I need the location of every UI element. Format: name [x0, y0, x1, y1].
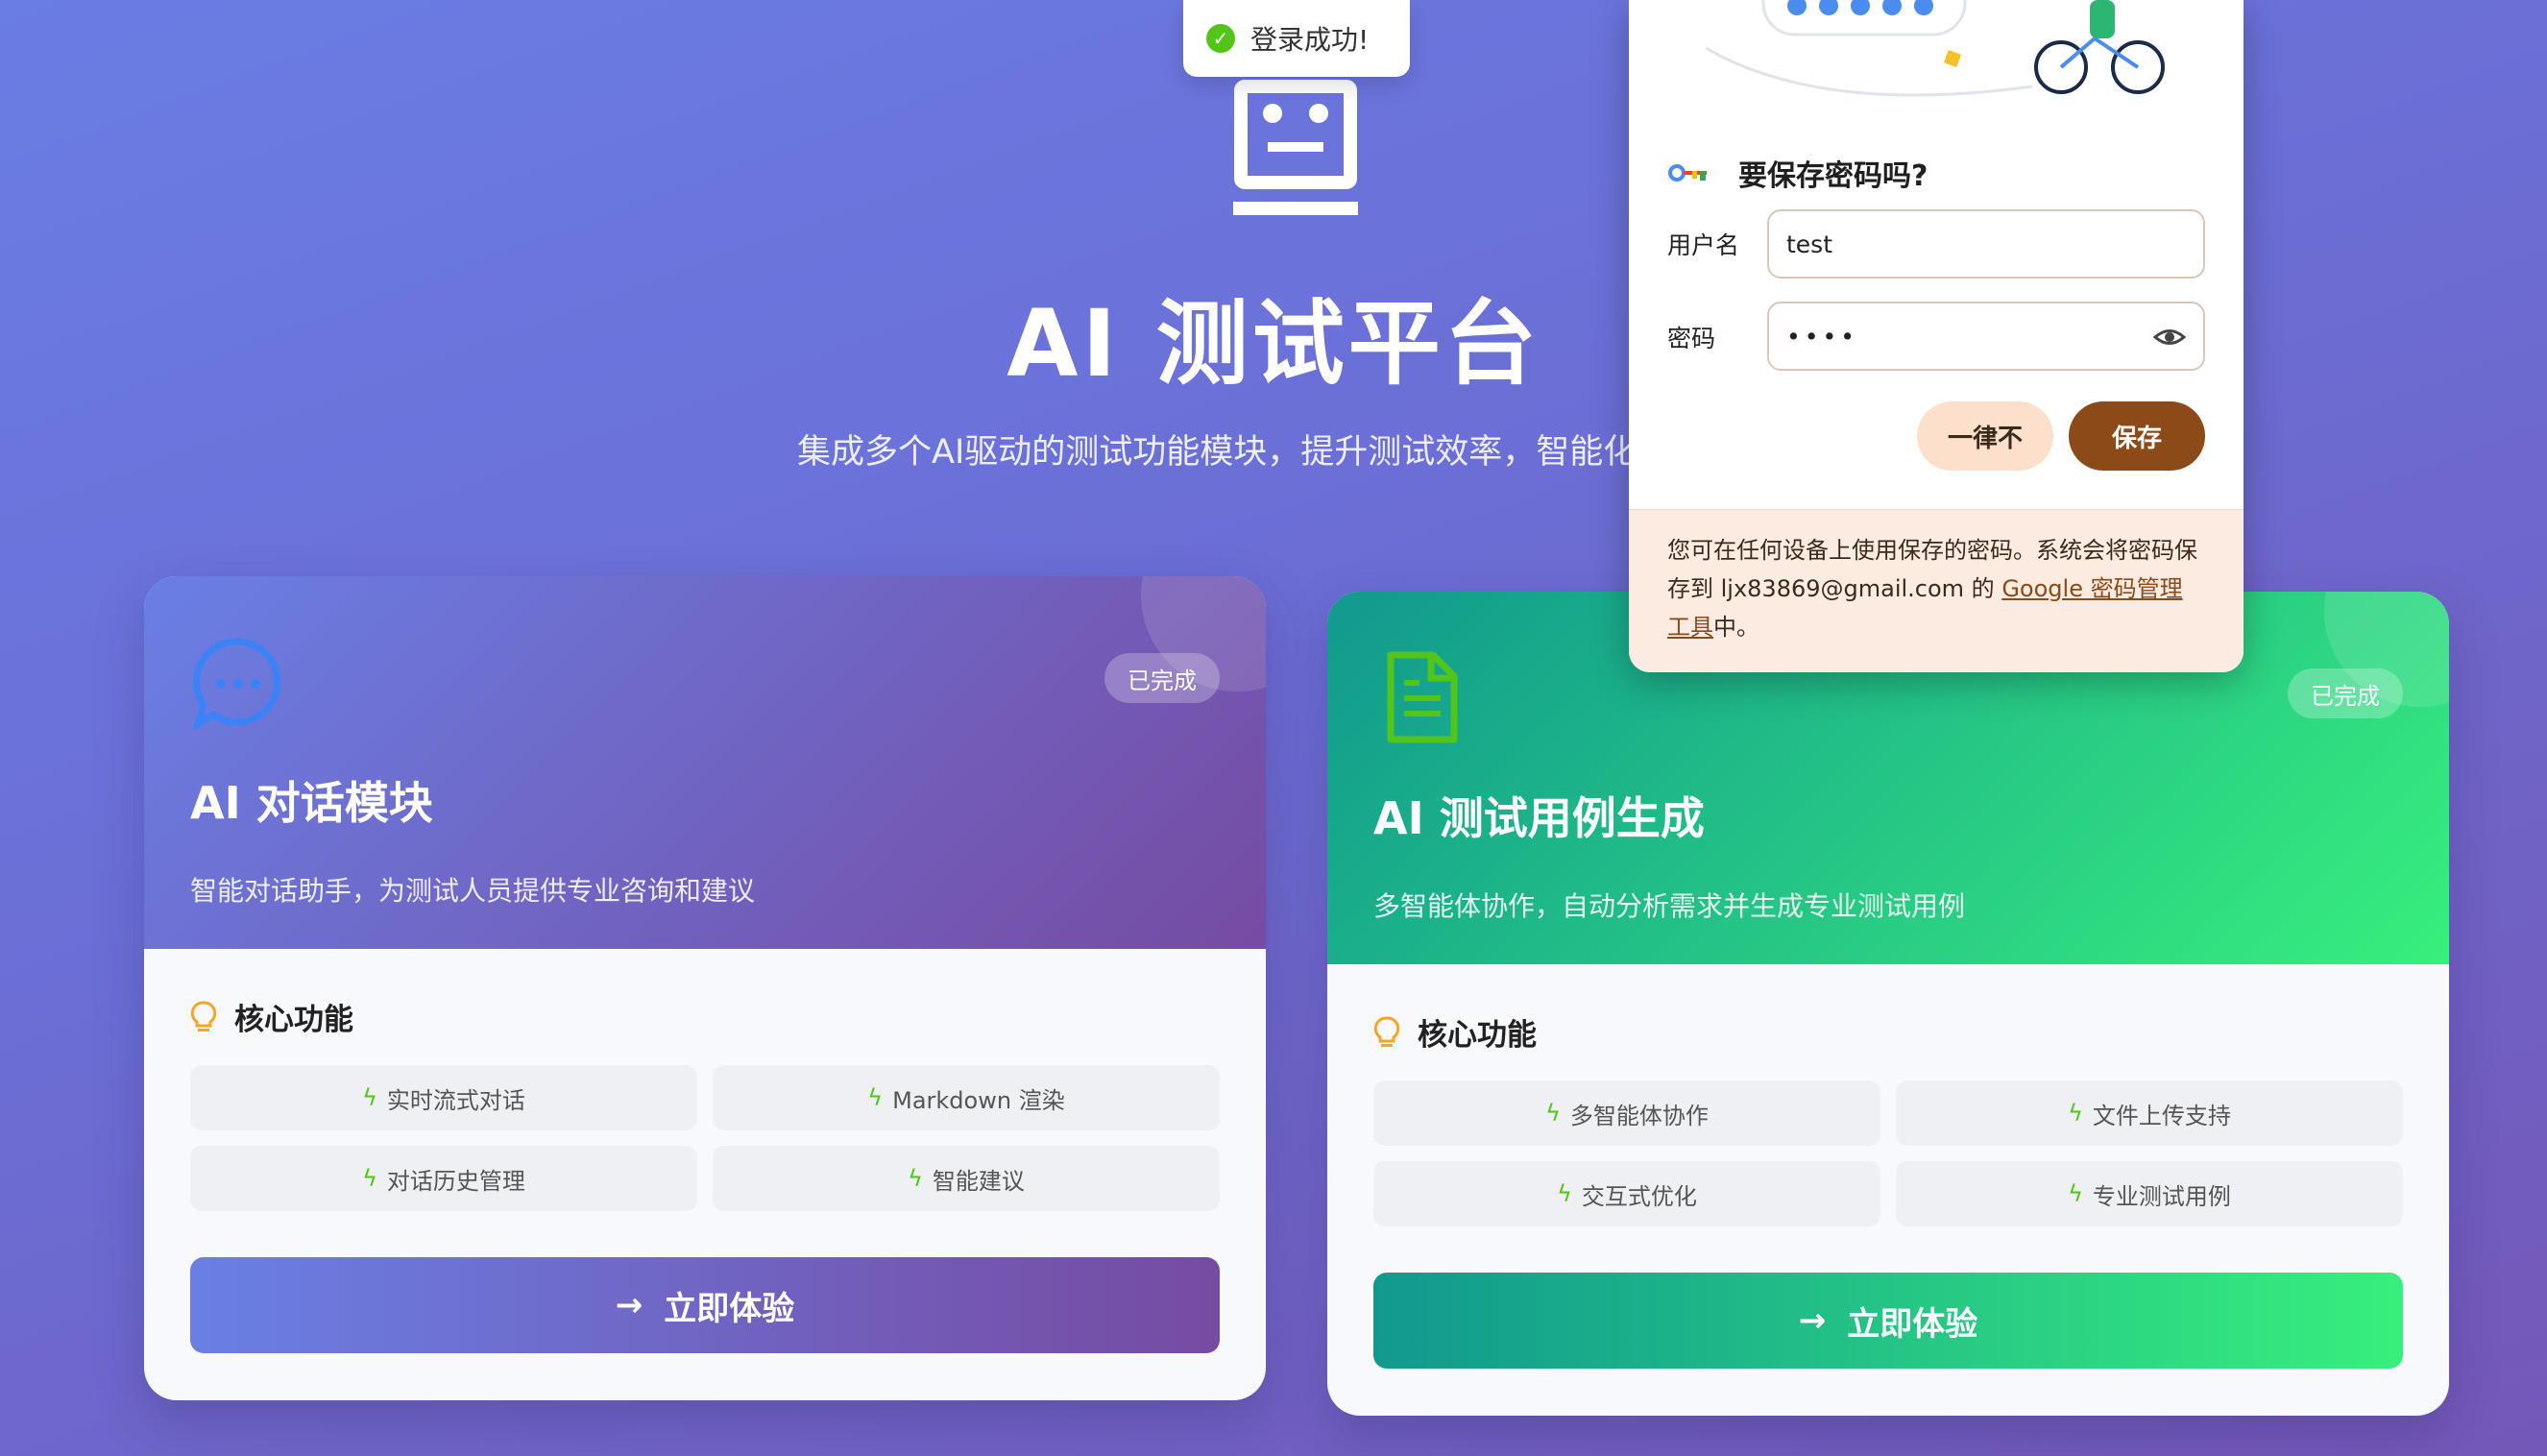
lightbulb-icon: [1373, 1016, 1400, 1047]
feature-label: 对话历史管理: [386, 1167, 525, 1195]
chat-bubble-icon: [191, 638, 281, 732]
features-heading: 核心功能: [190, 995, 1220, 1038]
feature-label: 智能建议: [932, 1167, 1025, 1195]
username-value: test: [1786, 230, 1833, 258]
key-icon: [1668, 164, 1707, 182]
page-subtitle: 集成多个AI驱动的测试功能模块，提升测试效率，智能化: [797, 433, 1637, 472]
feature-tag: ϟ 智能建议: [713, 1146, 1220, 1211]
bolt-icon: ϟ: [1557, 1180, 1572, 1207]
feature-tag: ϟ 专业测试用例: [1896, 1161, 2403, 1226]
dialog-footer: 您可在任何设备上使用保存的密码。系统会将密码保存到 ljx83869@gmail…: [1629, 509, 2244, 672]
feature-label: Markdown 渲染: [892, 1086, 1065, 1114]
card-body: 核心功能 ϟ 多智能体协作 ϟ 文件上传支持 ϟ 交互式优化 ϟ 专业测试用例 → 立即…: [1327, 964, 2449, 1415]
bolt-icon: ϟ: [2068, 1180, 2083, 1207]
feature-label: 交互式优化: [1581, 1182, 1697, 1210]
bolt-icon: ϟ: [2068, 1100, 2083, 1127]
bolt-icon: ϟ: [908, 1165, 923, 1192]
footer-text-end: 中。: [1713, 614, 1759, 641]
check-circle-icon: ✓: [1206, 24, 1235, 53]
never-button[interactable]: 一律不: [1917, 401, 2053, 471]
robot-logo-icon: [1233, 80, 1358, 215]
feature-tag: ϟ 多智能体协作: [1373, 1080, 1880, 1146]
bolt-icon: ϟ: [362, 1165, 377, 1192]
card-description: 多智能体协作，自动分析需求并生成专业测试用例: [1373, 890, 1966, 922]
bolt-icon: ϟ: [867, 1084, 884, 1111]
card-title: AI 测试用例生成: [1373, 792, 1705, 844]
feature-label: 实时流式对话: [386, 1086, 525, 1114]
arrow-right-icon: →: [615, 1286, 643, 1324]
lightbulb-icon: [190, 1001, 217, 1031]
dialog-header: 要保存密码吗?: [1667, 152, 1928, 194]
card-body: 核心功能 ϟ 实时流式对话 ϟ Markdown 渲染 ϟ 对话历史管理 ϟ 智能建议 …: [144, 949, 1266, 1399]
try-now-button[interactable]: → 立即体验: [190, 1257, 1220, 1353]
document-icon: [1387, 651, 1458, 743]
ai-testcase-generation-card: 已完成 AI 测试用例生成 多智能体协作，自动分析需求并生成专业测试用例 核心功…: [1327, 592, 2449, 1416]
card-description: 智能对话助手，为测试人员提供专业咨询和建议: [190, 875, 756, 907]
feature-tag: ϟ 对话历史管理: [190, 1146, 697, 1211]
login-success-toast: ✓ 登录成功!: [1183, 0, 1410, 77]
username-field[interactable]: test: [1767, 209, 2205, 279]
password-value: ••••: [1786, 322, 1858, 351]
feature-label: 多智能体协作: [1569, 1102, 1709, 1129]
status-badge: 已完成: [1104, 653, 1220, 703]
button-label: 立即体验: [664, 1289, 795, 1328]
bolt-icon: ϟ: [362, 1084, 377, 1111]
eye-icon[interactable]: [2153, 321, 2186, 353]
card-header: 已完成 AI 对话模块 智能对话助手，为测试人员提供专业咨询和建议: [144, 576, 1266, 949]
button-label: 立即体验: [1847, 1304, 1978, 1344]
status-badge: 已完成: [2288, 668, 2403, 718]
features-grid: ϟ 多智能体协作 ϟ 文件上传支持 ϟ 交互式优化 ϟ 专业测试用例: [1373, 1080, 2403, 1226]
arrow-right-icon: →: [1798, 1301, 1827, 1340]
password-illustration: [1705, 0, 2165, 97]
features-heading: 核心功能: [1373, 1010, 2403, 1054]
try-now-button[interactable]: → 立即体验: [1373, 1273, 2403, 1369]
password-field[interactable]: ••••: [1767, 302, 2205, 371]
toast-text: 登录成功!: [1250, 24, 1370, 56]
feature-tag: ϟ 交互式优化: [1373, 1161, 1880, 1226]
feature-tag: ϟ 文件上传支持: [1896, 1080, 2403, 1146]
card-title: AI 对话模块: [190, 777, 433, 829]
ai-chat-module-card: 已完成 AI 对话模块 智能对话助手，为测试人员提供专业咨询和建议 核心功能 ϟ…: [144, 576, 1266, 1400]
features-heading-label: 核心功能: [234, 1003, 353, 1037]
feature-tag: ϟ 实时流式对话: [190, 1065, 697, 1130]
feature-label: 文件上传支持: [2092, 1102, 2231, 1129]
bolt-icon: ϟ: [1545, 1100, 1561, 1127]
feature-tag: ϟ Markdown 渲染: [713, 1065, 1220, 1130]
features-grid: ϟ 实时流式对话 ϟ Markdown 渲染 ϟ 对话历史管理 ϟ 智能建议: [190, 1065, 1220, 1211]
password-label: 密码: [1667, 325, 1716, 352]
dialog-title: 要保存密码吗?: [1738, 159, 1928, 193]
username-label: 用户名: [1667, 231, 1740, 259]
features-heading-label: 核心功能: [1418, 1018, 1537, 1053]
save-password-dialog: 要保存密码吗? 用户名 test 密码 •••• 一律不 保存 您可在任何设备上…: [1629, 0, 2244, 672]
feature-label: 专业测试用例: [2092, 1182, 2231, 1210]
save-button[interactable]: 保存: [2069, 401, 2205, 471]
